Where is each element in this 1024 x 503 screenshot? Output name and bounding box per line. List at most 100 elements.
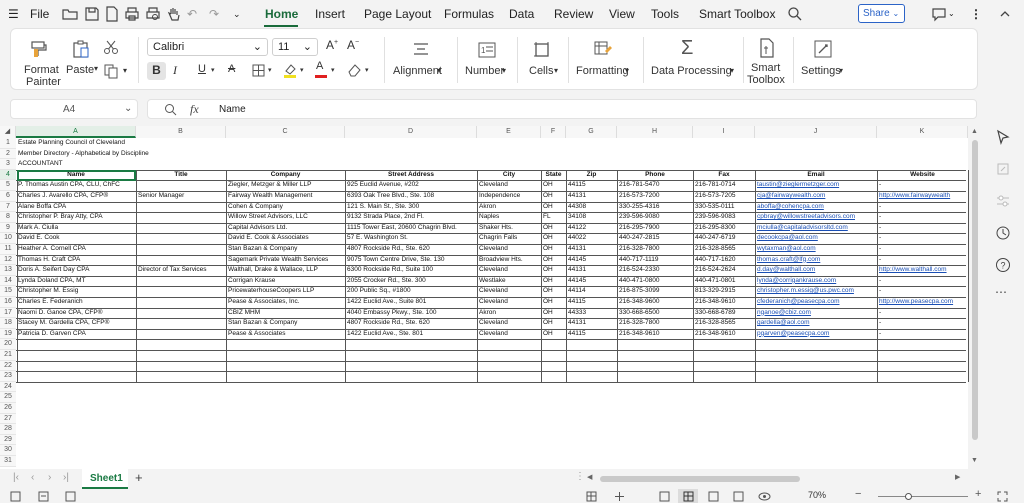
table-cell[interactable]: Thomas H. Craft CPA <box>16 255 136 266</box>
row-header-26[interactable]: 26 <box>0 403 16 414</box>
table-cell[interactable]: Cleveland <box>477 318 541 329</box>
table-cell[interactable]: 440-717-1620 <box>693 255 755 266</box>
prev-sheet-icon[interactable]: ‹ <box>31 472 34 483</box>
chevron-down-icon[interactable]: ▾ <box>730 66 734 75</box>
table-cell[interactable]: 44114 <box>566 286 617 297</box>
row-header-12[interactable]: 12 <box>0 254 16 266</box>
row-header-21[interactable]: 21 <box>0 350 16 361</box>
table-cell[interactable]: Cleveland <box>477 244 541 255</box>
font-color-icon[interactable]: A <box>316 60 323 72</box>
scroll-left-icon[interactable]: ◀ <box>587 473 592 481</box>
table-cell[interactable]: 216-295-7900 <box>617 223 693 234</box>
website-cell[interactable]: - <box>877 233 968 244</box>
column-header-i[interactable]: I <box>693 126 755 138</box>
share-button[interactable]: Share ⌄ <box>858 4 905 23</box>
zoom-out-icon[interactable]: − <box>855 488 861 500</box>
table-cell[interactable]: Stacey M. Gardella CPA, CFP® <box>16 318 136 329</box>
borders-icon[interactable] <box>252 64 265 77</box>
email-link[interactable]: lynda@corrigankrause.com <box>755 276 877 287</box>
table-cell[interactable]: 44115 <box>566 297 617 308</box>
table-cell[interactable]: Cohen & Company <box>226 202 345 213</box>
row-header-13[interactable]: 13 <box>0 265 16 276</box>
paste-label[interactable]: Paste <box>66 64 94 76</box>
strikethrough-button[interactable]: A <box>228 63 235 75</box>
tab-home[interactable]: Home <box>265 7 298 21</box>
smart-toolbox-label-2[interactable]: Toolbox <box>747 74 785 86</box>
table-cell[interactable]: 1115 Tower East, 20600 Chagrin Blvd. <box>345 223 477 234</box>
crosshair-icon[interactable] <box>614 491 625 502</box>
table-cell[interactable]: 440-247-6719 <box>693 233 755 244</box>
chevron-down-icon[interactable]: ▾ <box>268 66 272 74</box>
scroll-right-icon[interactable]: ▶ <box>955 473 960 481</box>
row-header-10[interactable]: 10 <box>0 233 16 244</box>
page-break-view-icon[interactable] <box>733 491 744 502</box>
more-icon[interactable]: ⋮ <box>575 471 585 482</box>
table-cell[interactable]: Cleveland <box>477 286 541 297</box>
eraser-icon[interactable] <box>347 63 362 77</box>
website-cell[interactable]: - <box>877 223 968 234</box>
number-label[interactable]: Number <box>465 65 504 77</box>
website-cell[interactable]: - <box>877 212 968 223</box>
table-cell[interactable]: OH <box>541 308 566 319</box>
table-cell[interactable]: 44131 <box>566 244 617 255</box>
website-cell[interactable]: - <box>877 286 968 297</box>
email-link[interactable]: gardella@aol.com <box>755 318 877 329</box>
chevron-down-icon[interactable]: ⌄ <box>948 9 955 18</box>
table-cell[interactable]: 330-255-4316 <box>617 202 693 213</box>
export-pdf-icon[interactable] <box>104 6 120 22</box>
column-header-b[interactable]: B <box>136 126 226 138</box>
row-header-4[interactable]: 4 <box>0 169 16 181</box>
table-cell[interactable]: OH <box>541 223 566 234</box>
bold-button[interactable]: B <box>147 62 166 80</box>
last-sheet-icon[interactable]: ›| <box>63 472 69 483</box>
tab-data[interactable]: Data <box>509 7 534 21</box>
chevron-down-icon[interactable]: ▾ <box>502 66 506 75</box>
chevron-down-icon[interactable]: ▾ <box>123 66 127 75</box>
website-cell[interactable]: http://www.walthall.com <box>877 265 968 276</box>
table-cell[interactable]: 330-668-6500 <box>617 308 693 319</box>
table-cell[interactable]: 44115 <box>566 180 617 191</box>
column-title[interactable]: Fax <box>693 170 755 181</box>
chevron-down-icon[interactable]: ▾ <box>625 66 629 75</box>
tab-view[interactable]: View <box>609 7 635 21</box>
scroll-thumb[interactable] <box>972 140 978 440</box>
table-cell[interactable]: Sagemark Private Wealth Services <box>226 255 345 266</box>
table-cell[interactable]: 44022 <box>566 233 617 244</box>
cut-icon[interactable] <box>103 39 119 55</box>
table-cell[interactable]: 44122 <box>566 223 617 234</box>
zoom-formula-icon[interactable] <box>164 103 177 116</box>
table-cell[interactable]: Christopher P. Bray Atty, CPA <box>16 212 136 223</box>
table-cell[interactable]: 216-781-0714 <box>693 180 755 191</box>
tab-tools[interactable]: Tools <box>651 7 679 21</box>
table-cell[interactable]: 440-247-2815 <box>617 233 693 244</box>
website-cell[interactable]: - <box>877 276 968 287</box>
table-cell[interactable]: 44333 <box>566 308 617 319</box>
email-link[interactable]: aboffa@cohencpa.com <box>755 202 877 213</box>
row-header-8[interactable]: 8 <box>0 212 16 223</box>
row-header-23[interactable]: 23 <box>0 371 16 382</box>
table-cell[interactable]: 216-328-7800 <box>617 244 693 255</box>
reading-mode-icon[interactable] <box>659 491 670 502</box>
table-cell[interactable]: FL <box>541 212 566 223</box>
table-cell[interactable]: Charles E. Federanich <box>16 297 136 308</box>
conditional-formatting-icon[interactable] <box>593 39 613 59</box>
table-cell[interactable]: 239-596-9080 <box>617 212 693 223</box>
column-header-f[interactable]: F <box>541 126 566 138</box>
table-cell[interactable]: OH <box>541 286 566 297</box>
row-header-30[interactable]: 30 <box>0 445 16 456</box>
row-header-3[interactable]: 3 <box>0 159 16 170</box>
table-cell[interactable]: OH <box>541 202 566 213</box>
chevron-down-icon[interactable]: ▾ <box>94 64 98 73</box>
table-cell[interactable]: Corrigan Krause <box>226 276 345 287</box>
sheet-title-line[interactable]: Estate Planning Council of Cleveland <box>16 138 416 149</box>
format-painter-label-2[interactable]: Painter <box>26 76 61 88</box>
row-header-25[interactable]: 25 <box>0 392 16 403</box>
table-cell[interactable]: Westlake <box>477 276 541 287</box>
table-cell[interactable]: Fairway Wealth Management <box>226 191 345 202</box>
column-header-h[interactable]: H <box>617 126 693 138</box>
adjust-icon[interactable] <box>995 193 1011 209</box>
table-cell[interactable]: 216-573-7200 <box>617 191 693 202</box>
table-cell[interactable]: 330-668-6789 <box>693 308 755 319</box>
table-cell[interactable]: Cleveland <box>477 329 541 340</box>
website-cell[interactable]: http://www.fairwaywealth <box>877 191 968 202</box>
